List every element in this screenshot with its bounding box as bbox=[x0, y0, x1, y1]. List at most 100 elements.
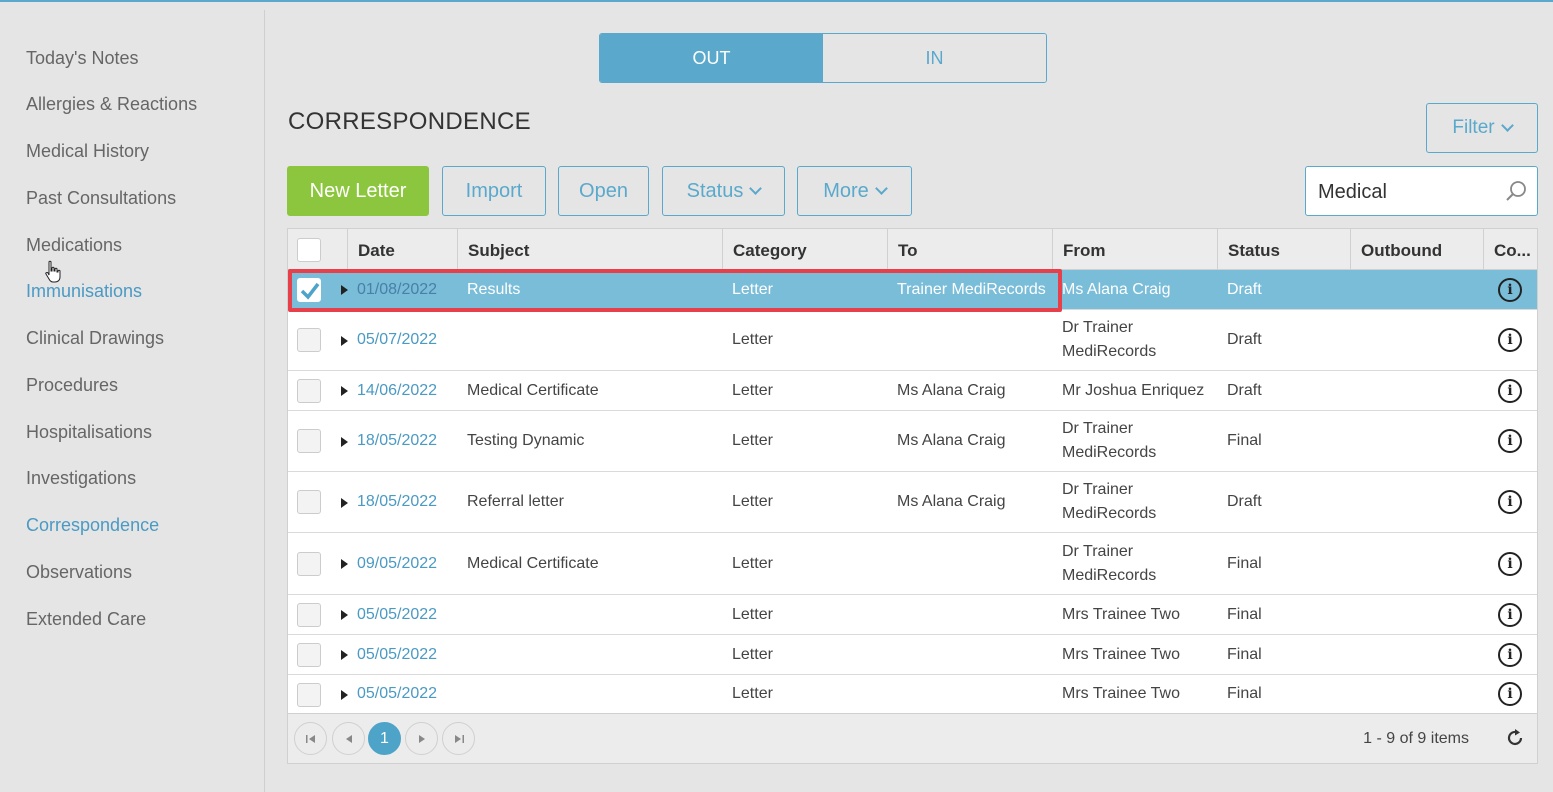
row-checkbox[interactable] bbox=[297, 328, 321, 352]
sidebar-item-clinical-drawings[interactable]: Clinical Drawings bbox=[26, 328, 164, 349]
row-subject: Medical Certificate bbox=[467, 554, 599, 572]
row-from: Mrs Trainee Two bbox=[1062, 605, 1180, 623]
row-to: Ms Alana Craig bbox=[897, 493, 1006, 510]
row-checkbox[interactable] bbox=[297, 683, 321, 707]
last-page-button[interactable] bbox=[442, 722, 475, 755]
direction-toggle: OUT IN bbox=[599, 33, 1047, 83]
row-category: Letter bbox=[732, 280, 773, 298]
import-button[interactable]: Import bbox=[442, 166, 546, 216]
more-dropdown-button[interactable]: More bbox=[797, 166, 912, 216]
row-checkbox[interactable] bbox=[297, 643, 321, 667]
next-page-icon bbox=[418, 734, 425, 743]
table-row[interactable]: 14/06/2022 Medical Certificate Letter Ms… bbox=[288, 371, 1537, 411]
column-header-comments[interactable]: Co... bbox=[1483, 229, 1539, 270]
row-category: Letter bbox=[732, 331, 773, 348]
table-row[interactable]: 05/05/2022 Letter Mrs Trainee Two Final … bbox=[288, 595, 1537, 635]
toggle-in-button[interactable]: IN bbox=[823, 34, 1046, 82]
column-header-date[interactable]: Date bbox=[347, 229, 457, 270]
row-status: Final bbox=[1227, 554, 1262, 572]
row-subject: Results bbox=[467, 280, 521, 298]
row-from: Dr Trainer MediRecords bbox=[1062, 420, 1157, 461]
sidebar-item-past-consultations[interactable]: Past Consultations bbox=[26, 188, 176, 209]
row-date[interactable]: 18/05/2022 bbox=[347, 411, 437, 471]
sidebar-item-immunisations[interactable]: Immunisations bbox=[26, 281, 142, 302]
search-icon[interactable] bbox=[1505, 180, 1527, 202]
row-date[interactable]: 05/07/2022 bbox=[347, 310, 437, 370]
sidebar-item-observations[interactable]: Observations bbox=[26, 562, 132, 583]
search-box bbox=[1305, 166, 1538, 216]
row-date[interactable]: 05/05/2022 bbox=[347, 635, 437, 674]
row-category: Letter bbox=[732, 605, 773, 623]
row-checkbox[interactable] bbox=[297, 379, 321, 403]
row-date[interactable]: 14/06/2022 bbox=[347, 371, 437, 410]
new-letter-button[interactable]: New Letter bbox=[287, 166, 429, 216]
row-checkbox[interactable] bbox=[297, 603, 321, 627]
status-dropdown-button[interactable]: Status bbox=[662, 166, 785, 216]
column-header-from[interactable]: From bbox=[1052, 229, 1217, 270]
row-date[interactable]: 18/05/2022 bbox=[347, 472, 437, 532]
table-row[interactable]: 05/07/2022 Letter Dr Trainer MediRecords… bbox=[288, 310, 1537, 371]
row-date[interactable]: 01/08/2022 bbox=[347, 270, 437, 309]
refresh-icon[interactable] bbox=[1505, 728, 1525, 748]
sidebar-item-procedures[interactable]: Procedures bbox=[26, 375, 118, 396]
table-row[interactable]: 18/05/2022 Testing Dynamic Letter Ms Ala… bbox=[288, 411, 1537, 472]
row-checkbox[interactable] bbox=[297, 552, 321, 576]
row-subject: Referral letter bbox=[467, 493, 564, 510]
column-header-to[interactable]: To bbox=[887, 229, 1052, 270]
info-icon[interactable]: i bbox=[1498, 643, 1522, 667]
open-button[interactable]: Open bbox=[558, 166, 649, 216]
info-icon[interactable]: i bbox=[1498, 379, 1522, 403]
sidebar-item-correspondence[interactable]: Correspondence bbox=[26, 515, 159, 536]
table-row[interactable]: 18/05/2022 Referral letter Letter Ms Ala… bbox=[288, 472, 1537, 533]
first-page-button[interactable] bbox=[294, 722, 327, 755]
sidebar-item-investigations[interactable]: Investigations bbox=[26, 468, 136, 489]
row-from: Ms Alana Craig bbox=[1062, 280, 1171, 298]
next-page-button[interactable] bbox=[405, 722, 438, 755]
row-checkbox[interactable] bbox=[297, 490, 321, 514]
row-category: Letter bbox=[732, 432, 773, 449]
table-row[interactable]: 05/05/2022 Letter Mrs Trainee Two Final … bbox=[288, 635, 1537, 675]
column-header-status[interactable]: Status bbox=[1217, 229, 1350, 270]
row-status: Draft bbox=[1227, 331, 1262, 348]
search-input[interactable] bbox=[1318, 179, 1498, 205]
sidebar-item-allergies[interactable]: Allergies & Reactions bbox=[26, 94, 197, 115]
table-row[interactable]: 01/08/2022 Results Letter Trainer MediRe… bbox=[288, 270, 1537, 310]
pager: 1 1 - 9 of 9 items bbox=[288, 713, 1537, 763]
prev-page-button[interactable] bbox=[332, 722, 365, 755]
hand-cursor-icon bbox=[45, 260, 61, 283]
row-date[interactable]: 09/05/2022 bbox=[347, 533, 437, 594]
row-status: Final bbox=[1227, 645, 1262, 663]
sidebar-item-todays-notes[interactable]: Today's Notes bbox=[26, 48, 139, 69]
pager-summary: 1 - 9 of 9 items bbox=[1363, 730, 1469, 747]
row-status: Final bbox=[1227, 605, 1262, 623]
table-row[interactable]: 05/05/2022 Letter Mrs Trainee Two Final … bbox=[288, 675, 1537, 714]
sidebar-item-extended-care[interactable]: Extended Care bbox=[26, 609, 146, 630]
info-icon[interactable]: i bbox=[1498, 682, 1522, 706]
info-icon[interactable]: i bbox=[1498, 278, 1522, 302]
table-row[interactable]: 09/05/2022 Medical Certificate Letter Dr… bbox=[288, 533, 1537, 595]
row-date[interactable]: 05/05/2022 bbox=[347, 595, 437, 634]
chevron-down-icon bbox=[1500, 119, 1514, 132]
sidebar-item-hospitalisations[interactable]: Hospitalisations bbox=[26, 422, 152, 443]
column-header-subject[interactable]: Subject bbox=[457, 229, 722, 270]
sidebar-item-medications[interactable]: Medications bbox=[26, 235, 122, 256]
filter-button[interactable]: Filter bbox=[1426, 103, 1538, 153]
info-icon[interactable]: i bbox=[1498, 603, 1522, 627]
row-date[interactable]: 05/05/2022 bbox=[347, 675, 437, 713]
info-icon[interactable]: i bbox=[1498, 429, 1522, 453]
current-page-button[interactable]: 1 bbox=[368, 722, 401, 755]
select-all-checkbox[interactable] bbox=[297, 238, 321, 262]
row-checkbox[interactable] bbox=[297, 429, 321, 453]
more-label: More bbox=[823, 179, 869, 202]
column-header-outbound[interactable]: Outbound bbox=[1350, 229, 1483, 270]
sidebar-item-medical-history[interactable]: Medical History bbox=[26, 141, 149, 162]
row-subject: Medical Certificate bbox=[467, 381, 599, 399]
toggle-out-button[interactable]: OUT bbox=[600, 34, 823, 82]
row-checkbox[interactable] bbox=[297, 278, 321, 302]
column-header-category[interactable]: Category bbox=[722, 229, 887, 270]
info-icon[interactable]: i bbox=[1498, 490, 1522, 514]
sidebar-nav: Today's Notes Allergies & Reactions Medi… bbox=[0, 10, 265, 792]
info-icon[interactable]: i bbox=[1498, 328, 1522, 352]
info-icon[interactable]: i bbox=[1498, 552, 1522, 576]
checkmark-icon bbox=[300, 282, 320, 300]
